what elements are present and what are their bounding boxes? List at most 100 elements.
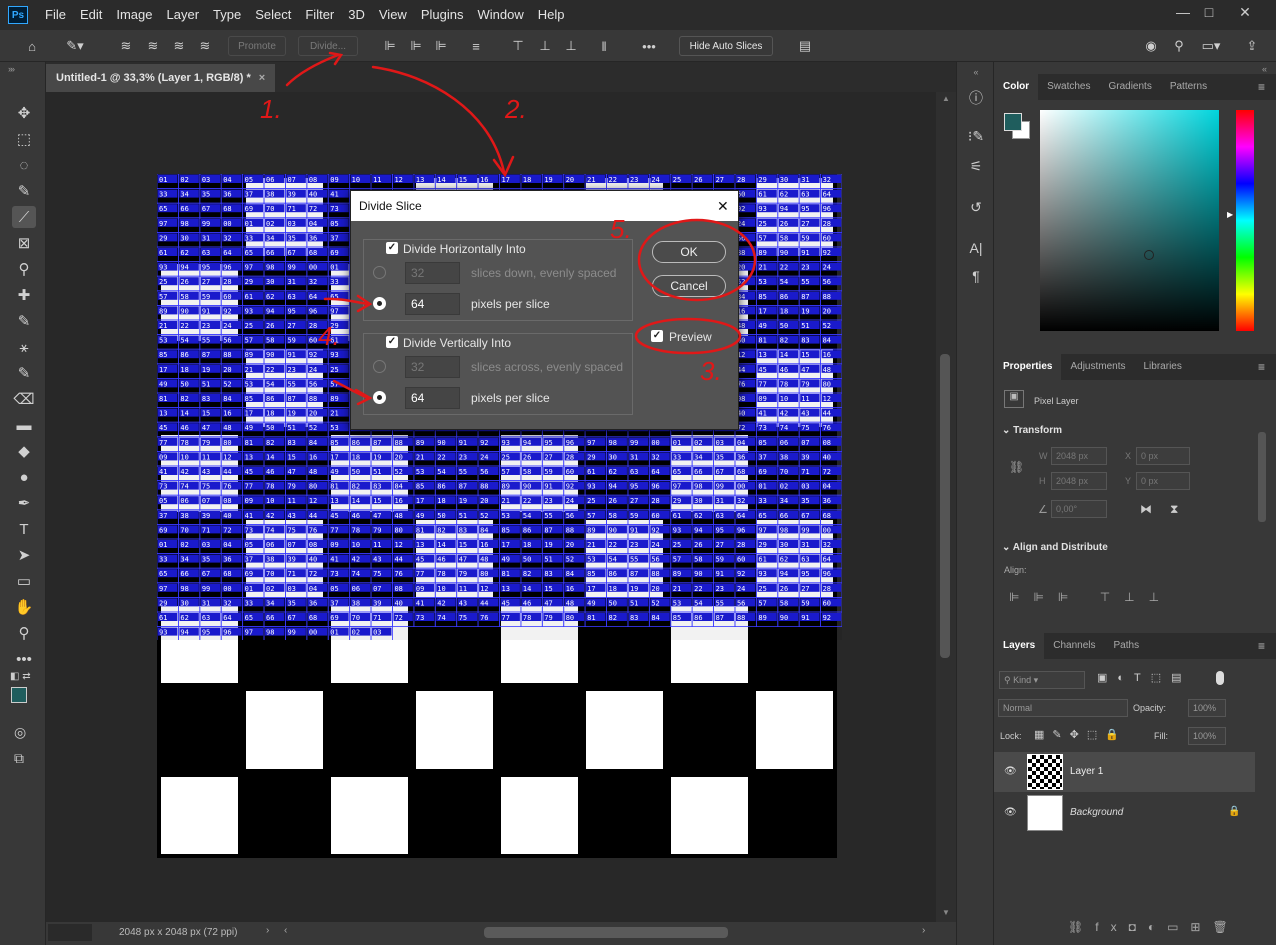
promote-button[interactable]: Promote: [228, 36, 286, 56]
gradient-tool-icon[interactable]: ▬: [12, 414, 36, 436]
brush-settings-icon[interactable]: ⚟: [966, 156, 986, 176]
move-tool-icon[interactable]: ✥: [12, 102, 36, 124]
blur-tool-icon[interactable]: ◆: [12, 440, 36, 462]
lock-icons[interactable]: ▦✎✥⬚🔒: [1034, 728, 1127, 741]
scrollbar-thumb[interactable]: [940, 354, 950, 658]
scroll-down-icon[interactable]: ▼: [942, 908, 950, 917]
align-top-icon[interactable]: ⊤: [510, 38, 526, 54]
hue-slider[interactable]: [1236, 110, 1254, 331]
filter-icons[interactable]: ▣◐T⬚▤: [1097, 671, 1192, 684]
zoom-tool-icon[interactable]: ⚲: [12, 622, 36, 644]
shape-tool-icon[interactable]: ▭: [12, 570, 36, 592]
align-bottom-icon[interactable]: ⊥: [563, 38, 579, 54]
tab-swatches[interactable]: Swatches: [1038, 74, 1099, 100]
divide-horizontally-checkbox[interactable]: ✓: [386, 242, 398, 254]
layer-row-layer1[interactable]: 👁 Layer 1: [994, 752, 1255, 792]
swap-colors-icon[interactable]: ◧ ⇄: [10, 671, 31, 682]
foreground-color-swatch[interactable]: [11, 687, 27, 703]
pen-tool-icon[interactable]: ✒: [12, 492, 36, 514]
horizontal-scrollbar-thumb[interactable]: [484, 927, 728, 938]
visibility-eye-icon[interactable]: 👁: [1004, 807, 1017, 818]
quick-select-tool-icon[interactable]: ✎: [12, 180, 36, 202]
stamp-tool-icon[interactable]: ⚹: [12, 336, 36, 358]
tab-libraries[interactable]: Libraries: [1135, 354, 1191, 380]
brush-tool-icon[interactable]: ✎: [12, 310, 36, 332]
layer-row-background[interactable]: 👁 Background 🔒: [994, 793, 1255, 833]
healing-tool-icon[interactable]: ✚: [12, 284, 36, 306]
screen-mode-icon[interactable]: ⧉: [14, 750, 24, 767]
pixels-per-slice-h-radio[interactable]: [373, 297, 386, 310]
scroll-up-icon[interactable]: ▲: [942, 94, 950, 103]
history-brush-tool-icon[interactable]: ✎: [12, 362, 36, 384]
menu-window[interactable]: Window: [470, 0, 530, 30]
more-tools-icon[interactable]: •••: [12, 648, 36, 670]
menu-file[interactable]: File: [38, 0, 73, 30]
share-export-icon[interactable]: ⇪: [1244, 38, 1260, 54]
cancel-button[interactable]: Cancel: [652, 275, 726, 297]
color-picker-marker[interactable]: [1144, 250, 1154, 260]
align-left-icon[interactable]: ⊫: [382, 38, 398, 54]
stack-bottom-icon[interactable]: ≋: [197, 38, 213, 54]
tab-color[interactable]: Color: [994, 74, 1039, 100]
menu-3d[interactable]: 3D: [341, 0, 372, 30]
workspace-icon[interactable]: ▭▾: [1200, 38, 1222, 54]
height-field[interactable]: 2048 px: [1051, 472, 1107, 490]
slices-across-radio[interactable]: [373, 360, 386, 373]
status-menu-icon[interactable]: ›: [266, 925, 269, 936]
flip-horizontal-icon[interactable]: ⧓: [1140, 502, 1152, 516]
tab-paths[interactable]: Paths: [1105, 633, 1149, 659]
flip-vertical-icon[interactable]: ⧗: [1170, 502, 1178, 517]
brushes-icon[interactable]: ⁝✎: [966, 126, 986, 146]
history-icon[interactable]: ↺: [966, 197, 986, 217]
slices-down-radio[interactable]: [373, 266, 386, 279]
color-field[interactable]: [1040, 110, 1219, 331]
properties-menu-icon[interactable]: ≡: [1258, 360, 1265, 374]
maximize-button[interactable]: □: [1192, 0, 1226, 24]
close-tab-icon[interactable]: ×: [259, 72, 265, 84]
properties-scrollbar[interactable]: [1258, 432, 1266, 522]
frame-tool-icon[interactable]: ⊠: [12, 232, 36, 254]
width-field[interactable]: 2048 px: [1051, 447, 1107, 465]
visibility-eye-icon[interactable]: 👁: [1004, 766, 1017, 777]
layers-menu-icon[interactable]: ≡: [1258, 639, 1265, 653]
x-field[interactable]: 0 px: [1136, 447, 1190, 465]
link-dimensions-icon[interactable]: ⛓: [1009, 460, 1024, 474]
slice-tool-icon[interactable]: ⟋: [12, 206, 36, 228]
collapse-panels-icon[interactable]: «: [966, 62, 986, 82]
search-icon[interactable]: ⚲: [1171, 38, 1187, 54]
lasso-tool-icon[interactable]: ◌: [12, 154, 36, 176]
kind-filter[interactable]: ⚲ Kind ▾: [999, 671, 1085, 689]
filter-toggle[interactable]: [1216, 671, 1224, 685]
tab-properties[interactable]: Properties: [994, 354, 1062, 380]
eraser-tool-icon[interactable]: ⌫: [12, 388, 36, 410]
type-tool-icon[interactable]: T: [12, 518, 36, 540]
stack-down-icon[interactable]: ≋: [171, 38, 187, 54]
align-right-icon[interactable]: ⊫: [433, 38, 449, 54]
marquee-tool-icon[interactable]: ⬚: [12, 128, 36, 150]
align-center-icon[interactable]: ⊫: [408, 38, 424, 54]
align-middle-icon[interactable]: ⊥: [537, 38, 553, 54]
preview-checkbox[interactable]: ✓: [651, 330, 663, 342]
menu-view[interactable]: View: [372, 0, 414, 30]
align-buttons[interactable]: ⊫⊫⊫ ⊤⊥⊥: [1009, 590, 1173, 604]
tab-layers[interactable]: Layers: [994, 633, 1045, 659]
layers-footer[interactable]: ⛓fx◘◐▭⊞🗑: [1068, 920, 1240, 934]
menu-plugins[interactable]: Plugins: [414, 0, 471, 30]
menu-select[interactable]: Select: [248, 0, 298, 30]
divide-vertically-checkbox[interactable]: ✓: [386, 336, 398, 348]
info-icon[interactable]: ⓘ: [966, 88, 986, 108]
path-select-tool-icon[interactable]: ➤: [12, 544, 36, 566]
menu-layer[interactable]: Layer: [160, 0, 207, 30]
tab-channels[interactable]: Channels: [1044, 633, 1104, 659]
zoom-field[interactable]: [48, 924, 92, 941]
close-window-button[interactable]: ✕: [1228, 0, 1262, 24]
y-field[interactable]: 0 px: [1136, 472, 1190, 490]
opacity-field[interactable]: 100%: [1188, 699, 1226, 717]
slices-across-field[interactable]: 32: [405, 356, 460, 378]
hand-tool-icon[interactable]: ✋: [12, 596, 36, 618]
share-icon[interactable]: ◉: [1143, 38, 1159, 54]
menu-type[interactable]: Type: [206, 0, 248, 30]
collapse-right-icon[interactable]: «: [1262, 64, 1267, 74]
tab-adjustments[interactable]: Adjustments: [1061, 354, 1134, 380]
stack-up-icon[interactable]: ≋: [145, 38, 161, 54]
